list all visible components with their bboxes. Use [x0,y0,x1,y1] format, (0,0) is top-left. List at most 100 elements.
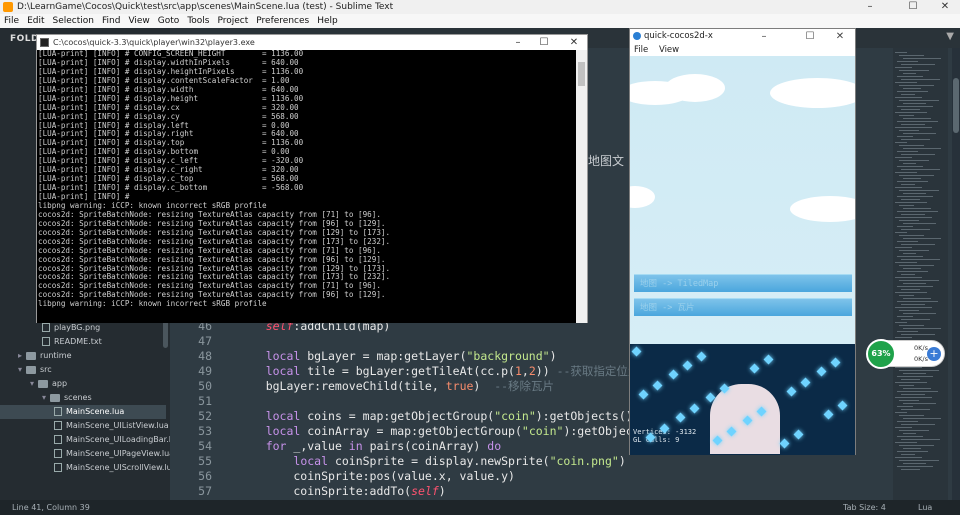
game-window: quick-cocos2d-x – ☐ ✕ File View 地图 -> Ti… [629,28,856,455]
minimap-line [897,211,938,212]
menu-tools[interactable]: Tools [183,16,213,26]
menu-preferences[interactable]: Preferences [252,16,313,26]
minimap-line [899,205,914,206]
code-token: in [348,439,363,453]
minimap-line [895,262,917,263]
sidebar-item[interactable]: playBG.png [0,321,166,335]
code-token: bgLayer:removeChild(tile, [238,379,446,393]
minimap[interactable] [893,48,948,500]
game-menu-view[interactable]: View [659,45,679,55]
menu-help[interactable]: Help [313,16,342,26]
editor-scrollbar[interactable] [952,48,960,500]
code-token: 1 [514,364,522,378]
menu-selection[interactable]: Selection [49,16,98,26]
game-maximize-button[interactable]: ☐ [796,29,824,44]
network-meter[interactable]: 63% 0K/s 0K/s + [866,339,945,369]
sidebar-item-label: runtime [40,351,72,360]
minimap-line [897,241,918,242]
menu-view[interactable]: View [124,16,153,26]
game-menu-item-tiledmap[interactable]: 地图 -> TiledMap [634,274,852,292]
minimap-line [903,403,936,404]
game-close-button[interactable]: ✕ [826,29,854,44]
sidebar-item[interactable]: MainScene.lua [0,405,166,419]
minimap-line [901,439,940,440]
code-token: local [265,409,301,423]
minimap-line [897,196,933,197]
minimap-line [897,391,938,392]
sidebar-item[interactable]: README.txt [0,335,166,349]
sublime-title-bar: D:\LearnGame\Cocos\Quick\test\src\app\sc… [0,0,960,14]
console-minimize-button[interactable]: – [505,35,531,50]
sidebar-item[interactable]: ▸ runtime [0,349,166,363]
cloud [790,196,855,222]
code-token: local [265,364,301,378]
tab-list-chevron-icon[interactable]: ▼ [946,31,954,42]
sidebar-item[interactable]: MainScene_UILoadingBar.lua [0,433,181,447]
code-token: _,value [286,439,349,453]
status-tab-size[interactable]: Tab Size: 4 [843,500,886,515]
console-scrollbar[interactable] [576,50,587,323]
code-token: "background" [466,349,550,363]
close-button[interactable]: ✕ [930,0,960,14]
minimap-line [895,67,912,68]
minimap-line [897,301,938,302]
caret-down-icon: ▾ [30,379,35,388]
minimap-line [895,307,932,308]
minimap-line [897,226,913,227]
game-menu-file[interactable]: File [634,45,648,55]
code-text: local coinSprite = display.newSprite("co… [238,454,625,469]
maximize-button[interactable]: ☐ [898,0,928,14]
minimap-line [895,187,922,188]
minimize-button[interactable]: – [855,0,885,14]
map-tile [668,369,679,380]
minimap-line [901,379,920,380]
sidebar-item[interactable]: MainScene_UIScrollView.lua [0,461,177,475]
file-icon [54,421,62,430]
code-line: 55 local coinSprite = display.newSprite(… [170,454,890,469]
minimap-line [895,382,927,383]
code-token: )) [535,364,557,378]
plus-icon[interactable]: + [927,347,941,361]
menu-file[interactable]: File [0,16,23,26]
console-output[interactable]: [LUA-print] [INFO] # CONFIG_SCREEN_HEIGH… [37,50,577,323]
sidebar-item[interactable]: MainScene_UIPageView.lua [0,447,174,461]
sidebar-item-label: src [40,365,52,374]
console-title: C:\cocos\quick-3.3\quick\player\win32\pl… [53,38,255,47]
minimap-line [903,133,936,134]
caret-right-icon: ▸ [18,351,23,360]
status-syntax[interactable]: Lua [918,500,932,515]
console-close-button[interactable]: ✕ [561,35,587,50]
sidebar-item[interactable]: ▾ app [0,377,166,391]
console-scrollbar-thumb[interactable] [578,62,585,86]
editor-scrollbar-thumb[interactable] [953,78,959,133]
minimap-line [895,127,932,128]
menu-edit[interactable]: Edit [23,16,48,26]
minimap-line [895,442,917,443]
minimap-line [901,469,920,470]
folder-icon [38,379,48,388]
menu-goto[interactable]: Goto [154,16,184,26]
code-text: coinSprite:pos(value.x, value.y) [238,469,515,484]
minimap-line [901,124,925,125]
menu-find[interactable]: Find [98,16,124,26]
code-token: tile = bgLayer:getTileAt(cc.p( [300,364,515,378]
minimap-line [901,184,915,185]
sidebar-item[interactable]: ▾ src [0,363,166,377]
sidebar-item[interactable]: ▾ scenes [0,391,166,405]
menu-project[interactable]: Project [213,16,252,26]
minimap-line [895,82,917,83]
minimap-line [903,388,931,389]
minimap-line [895,457,922,458]
game-minimize-button[interactable]: – [750,29,778,44]
console-maximize-button[interactable]: ☐ [531,35,557,50]
minimap-line [899,370,939,371]
minimap-line [895,367,922,368]
minimap-line [901,424,935,425]
minimap-line [899,445,934,446]
sidebar-item[interactable]: MainScene_UIListView.lua [0,419,169,433]
game-menu-item-tile[interactable]: 地图 -> 瓦片 [634,298,852,316]
file-icon [54,435,62,444]
game-scene[interactable]: 地图 -> TiledMap 地图 -> 瓦片 Vertices: -3132 … [630,56,855,455]
